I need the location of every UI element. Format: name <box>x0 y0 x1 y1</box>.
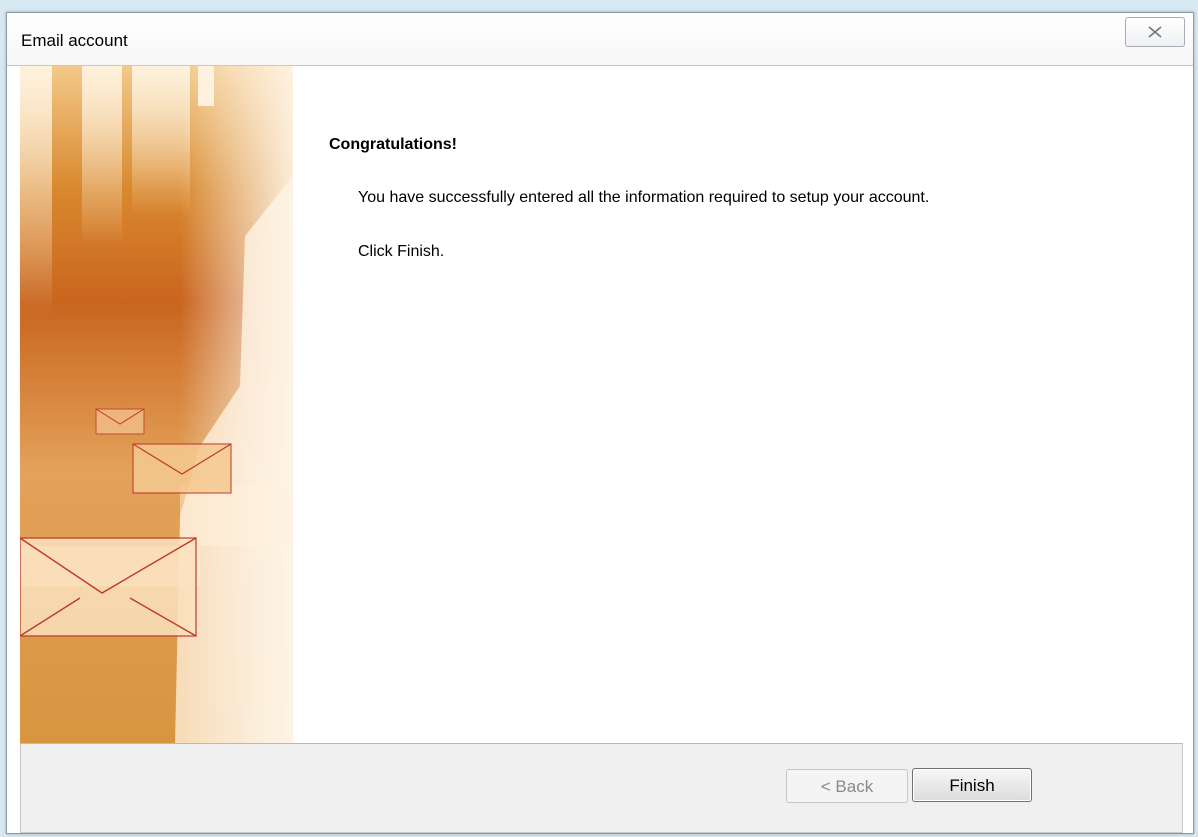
banner-graphic <box>20 66 293 743</box>
title-bar: Email account <box>7 13 1193 66</box>
envelope-medium <box>132 443 232 494</box>
envelope-small <box>95 408 145 435</box>
window-title: Email account <box>21 31 128 50</box>
content-panel: Congratulations! You have successfully e… <box>293 66 1193 743</box>
congratulations-heading: Congratulations! <box>329 136 457 153</box>
email-account-dialog: Email account Congratulations! You have … <box>6 12 1194 834</box>
success-message: You have successfully entered all the in… <box>358 189 930 206</box>
instruction-message: Click Finish. <box>358 243 445 260</box>
envelope-banner-illustration <box>20 66 293 743</box>
envelope-large <box>20 537 197 637</box>
button-bar: < Back Finish <box>20 743 1183 833</box>
close-button[interactable] <box>1125 17 1185 47</box>
finish-button[interactable]: Finish <box>912 768 1032 802</box>
back-button[interactable]: < Back <box>786 769 908 803</box>
close-icon <box>1148 26 1162 38</box>
